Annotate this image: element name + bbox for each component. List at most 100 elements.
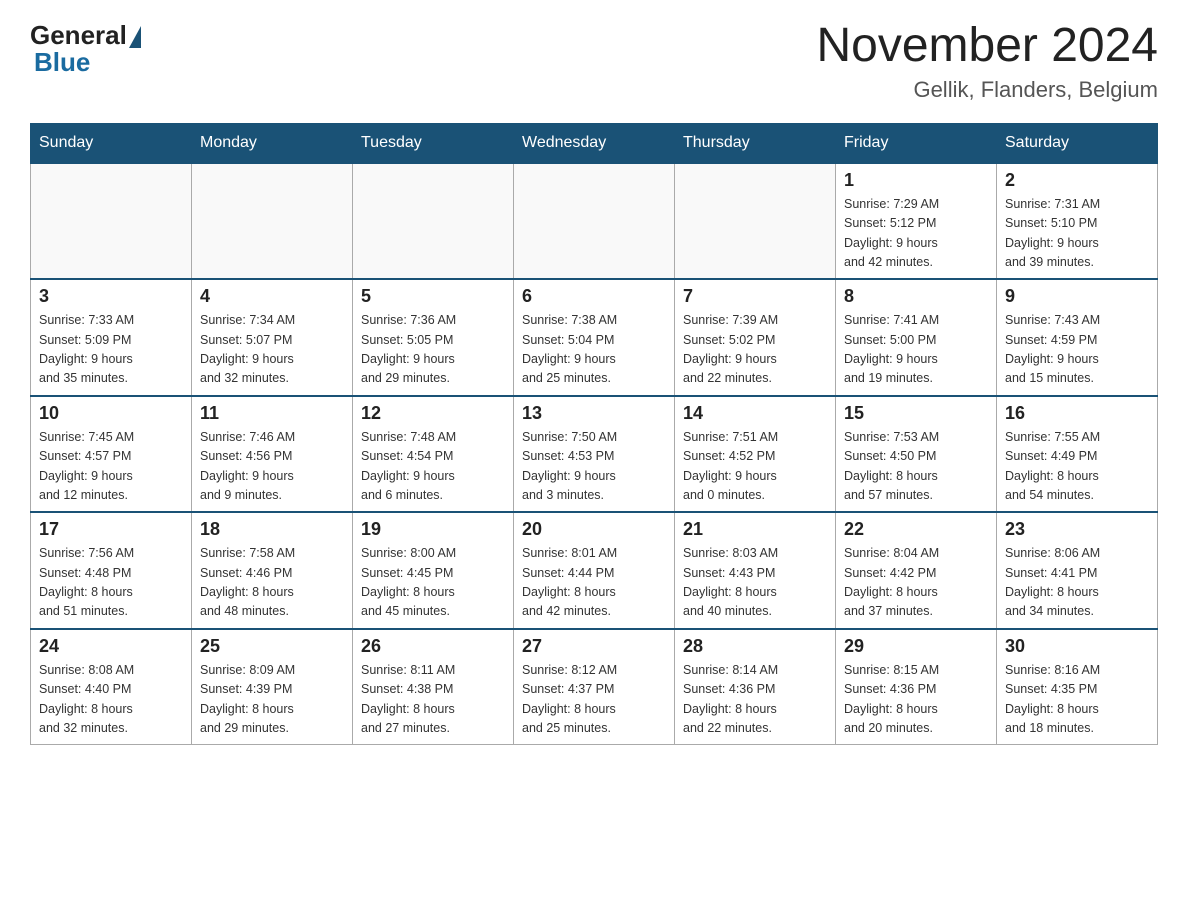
calendar-cell: 5Sunrise: 7:36 AMSunset: 5:05 PMDaylight… [353, 279, 514, 396]
calendar-cell: 7 Sunrise: 7:39 AMSunset: 5:02 PMDaylight… [675, 279, 836, 396]
calendar-cell [31, 163, 192, 280]
calendar-cell: 28 Sunrise: 8:14 AMSunset: 4:36 PMDayligh… [675, 629, 836, 745]
day-number: 17 [39, 519, 183, 540]
day-info: Sunrise: 7:58 AMSunset: 4:46 PMDaylight:… [200, 544, 344, 622]
calendar-cell: 14 Sunrise: 7:51 AMSunset: 4:52 PMDayligh… [675, 396, 836, 513]
day-number: 13 [522, 403, 666, 424]
day-info: Sunrise: 8:06 AMSunset: 4:41 PMDaylight:… [1005, 544, 1149, 622]
day-of-week-header: Thursday [675, 123, 836, 163]
calendar-cell: 6Sunrise: 7:38 AMSunset: 5:04 PMDaylight… [514, 279, 675, 396]
calendar-cell: 13 Sunrise: 7:50 AMSunset: 4:53 PMDayligh… [514, 396, 675, 513]
calendar-cell: 19 Sunrise: 8:00 AMSunset: 4:45 PMDayligh… [353, 512, 514, 629]
day-number: 11 [200, 403, 344, 424]
day-number: 24 [39, 636, 183, 657]
day-number: 19 [361, 519, 505, 540]
day-info: Sunrise: 7:38 AMSunset: 5:04 PMDaylight:… [522, 311, 666, 389]
day-info: Sunrise: 8:16 AMSunset: 4:35 PMDaylight:… [1005, 661, 1149, 739]
page-header: General Blue November 2024 Gellik, Fland… [30, 20, 1158, 103]
day-info: Sunrise: 7:45 AMSunset: 4:57 PMDaylight:… [39, 428, 183, 506]
calendar-cell: 15 Sunrise: 7:53 AMSunset: 4:50 PMDayligh… [836, 396, 997, 513]
calendar-cell [192, 163, 353, 280]
day-number: 14 [683, 403, 827, 424]
calendar-cell [514, 163, 675, 280]
day-number: 7 [683, 286, 827, 307]
day-info: Sunrise: 7:31 AMSunset: 5:10 PMDaylight:… [1005, 195, 1149, 273]
day-info: Sunrise: 8:12 AMSunset: 4:37 PMDaylight:… [522, 661, 666, 739]
day-info: Sunrise: 8:03 AMSunset: 4:43 PMDaylight:… [683, 544, 827, 622]
day-of-week-header: Monday [192, 123, 353, 163]
day-number: 21 [683, 519, 827, 540]
day-info: Sunrise: 7:41 AMSunset: 5:00 PMDaylight:… [844, 311, 988, 389]
calendar-cell [353, 163, 514, 280]
calendar-cell: 1 Sunrise: 7:29 AMSunset: 5:12 PMDaylight… [836, 163, 997, 280]
week-row: 24 Sunrise: 8:08 AMSunset: 4:40 PMDayligh… [31, 629, 1158, 745]
location-subtitle: Gellik, Flanders, Belgium [816, 77, 1158, 103]
day-info: Sunrise: 7:56 AMSunset: 4:48 PMDaylight:… [39, 544, 183, 622]
day-number: 30 [1005, 636, 1149, 657]
week-row: 3 Sunrise: 7:33 AMSunset: 5:09 PMDaylight… [31, 279, 1158, 396]
calendar-table: SundayMondayTuesdayWednesdayThursdayFrid… [30, 123, 1158, 746]
day-info: Sunrise: 7:39 AMSunset: 5:02 PMDaylight:… [683, 311, 827, 389]
day-of-week-header: Saturday [997, 123, 1158, 163]
day-info: Sunrise: 8:01 AMSunset: 4:44 PMDaylight:… [522, 544, 666, 622]
day-number: 29 [844, 636, 988, 657]
day-info: Sunrise: 8:15 AMSunset: 4:36 PMDaylight:… [844, 661, 988, 739]
calendar-cell: 23 Sunrise: 8:06 AMSunset: 4:41 PMDayligh… [997, 512, 1158, 629]
day-info: Sunrise: 8:14 AMSunset: 4:36 PMDaylight:… [683, 661, 827, 739]
day-info: Sunrise: 8:04 AMSunset: 4:42 PMDaylight:… [844, 544, 988, 622]
day-info: Sunrise: 7:34 AMSunset: 5:07 PMDaylight:… [200, 311, 344, 389]
calendar-cell: 3 Sunrise: 7:33 AMSunset: 5:09 PMDaylight… [31, 279, 192, 396]
calendar-cell: 11Sunrise: 7:46 AMSunset: 4:56 PMDayligh… [192, 396, 353, 513]
day-number: 3 [39, 286, 183, 307]
logo-blue-text: Blue [30, 47, 90, 78]
day-info: Sunrise: 7:48 AMSunset: 4:54 PMDaylight:… [361, 428, 505, 506]
calendar-cell: 26 Sunrise: 8:11 AMSunset: 4:38 PMDayligh… [353, 629, 514, 745]
calendar-cell: 22 Sunrise: 8:04 AMSunset: 4:42 PMDayligh… [836, 512, 997, 629]
calendar-header-row: SundayMondayTuesdayWednesdayThursdayFrid… [31, 123, 1158, 163]
calendar-cell: 8Sunrise: 7:41 AMSunset: 5:00 PMDaylight… [836, 279, 997, 396]
day-number: 25 [200, 636, 344, 657]
day-number: 26 [361, 636, 505, 657]
calendar-cell: 16 Sunrise: 7:55 AMSunset: 4:49 PMDayligh… [997, 396, 1158, 513]
title-section: November 2024 Gellik, Flanders, Belgium [816, 20, 1158, 103]
calendar-cell: 30 Sunrise: 8:16 AMSunset: 4:35 PMDayligh… [997, 629, 1158, 745]
calendar-cell: 21 Sunrise: 8:03 AMSunset: 4:43 PMDayligh… [675, 512, 836, 629]
calendar-cell [675, 163, 836, 280]
day-number: 23 [1005, 519, 1149, 540]
calendar-cell: 2 Sunrise: 7:31 AMSunset: 5:10 PMDaylight… [997, 163, 1158, 280]
day-number: 1 [844, 170, 988, 191]
week-row: 10 Sunrise: 7:45 AMSunset: 4:57 PMDayligh… [31, 396, 1158, 513]
day-number: 4 [200, 286, 344, 307]
day-info: Sunrise: 7:29 AMSunset: 5:12 PMDaylight:… [844, 195, 988, 273]
day-info: Sunrise: 8:08 AMSunset: 4:40 PMDaylight:… [39, 661, 183, 739]
calendar-cell: 18 Sunrise: 7:58 AMSunset: 4:46 PMDayligh… [192, 512, 353, 629]
month-year-title: November 2024 [816, 20, 1158, 73]
calendar-cell: 17 Sunrise: 7:56 AMSunset: 4:48 PMDayligh… [31, 512, 192, 629]
day-info: Sunrise: 7:33 AMSunset: 5:09 PMDaylight:… [39, 311, 183, 389]
day-number: 12 [361, 403, 505, 424]
calendar-cell: 29 Sunrise: 8:15 AMSunset: 4:36 PMDayligh… [836, 629, 997, 745]
day-info: Sunrise: 7:55 AMSunset: 4:49 PMDaylight:… [1005, 428, 1149, 506]
logo: General Blue [30, 20, 141, 78]
day-info: Sunrise: 7:36 AMSunset: 5:05 PMDaylight:… [361, 311, 505, 389]
day-number: 2 [1005, 170, 1149, 191]
calendar-cell: 10 Sunrise: 7:45 AMSunset: 4:57 PMDayligh… [31, 396, 192, 513]
day-number: 28 [683, 636, 827, 657]
day-info: Sunrise: 8:00 AMSunset: 4:45 PMDaylight:… [361, 544, 505, 622]
day-number: 16 [1005, 403, 1149, 424]
day-info: Sunrise: 8:09 AMSunset: 4:39 PMDaylight:… [200, 661, 344, 739]
calendar-cell: 24 Sunrise: 8:08 AMSunset: 4:40 PMDayligh… [31, 629, 192, 745]
day-of-week-header: Wednesday [514, 123, 675, 163]
logo-triangle-icon [129, 26, 141, 48]
day-info: Sunrise: 7:53 AMSunset: 4:50 PMDaylight:… [844, 428, 988, 506]
calendar-cell: 27Sunrise: 8:12 AMSunset: 4:37 PMDayligh… [514, 629, 675, 745]
day-number: 18 [200, 519, 344, 540]
week-row: 1 Sunrise: 7:29 AMSunset: 5:12 PMDaylight… [31, 163, 1158, 280]
week-row: 17 Sunrise: 7:56 AMSunset: 4:48 PMDayligh… [31, 512, 1158, 629]
day-info: Sunrise: 7:50 AMSunset: 4:53 PMDaylight:… [522, 428, 666, 506]
day-number: 22 [844, 519, 988, 540]
day-info: Sunrise: 8:11 AMSunset: 4:38 PMDaylight:… [361, 661, 505, 739]
day-info: Sunrise: 7:51 AMSunset: 4:52 PMDaylight:… [683, 428, 827, 506]
day-number: 10 [39, 403, 183, 424]
day-number: 15 [844, 403, 988, 424]
